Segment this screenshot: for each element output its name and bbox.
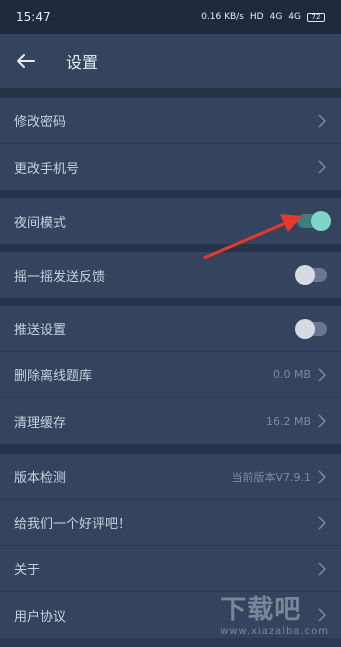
chevron-right-icon xyxy=(318,160,327,174)
night-mode-row: 夜间模式 xyxy=(0,198,341,244)
about-row[interactable]: 关于 xyxy=(0,546,341,592)
row-label: 更改手机号 xyxy=(14,161,80,177)
hd-indicator: HD xyxy=(249,12,264,22)
shake-feedback-toggle[interactable] xyxy=(295,265,327,285)
toggle-knob xyxy=(295,318,315,339)
clear-cache-row[interactable]: 清理缓存 16.2 MB xyxy=(0,398,341,444)
chevron-right-icon xyxy=(318,561,327,576)
signal-icon: 4G xyxy=(269,12,283,22)
watermark-url: www.xiazaiba.com xyxy=(220,626,329,637)
status-time: 15:47 xyxy=(16,10,51,24)
network-speed: 0.16 KB/s xyxy=(201,12,244,22)
row-label: 推送设置 xyxy=(14,323,67,338)
version-check-row[interactable]: 版本检测 当前版本V7.9.1 xyxy=(0,454,341,500)
app-header: 设置 xyxy=(0,34,341,88)
battery-icon: 72 xyxy=(307,12,325,22)
row-label: 用户协议 xyxy=(14,609,67,625)
night-mode-section: 夜间模式 xyxy=(0,198,341,244)
row-value: 16.2 MB xyxy=(265,414,311,428)
row-label: 清理缓存 xyxy=(14,415,67,431)
row-label: 修改密码 xyxy=(14,115,67,130)
row-label: 删除离线题库 xyxy=(14,369,93,384)
shake-feedback-row: 摇一摇发送反馈 xyxy=(0,252,341,298)
rate-us-row[interactable]: 给我们一个好评吧！ xyxy=(0,500,341,546)
toggle-knob xyxy=(311,211,331,231)
settings-screen: 15:47 0.16 KB/s HD 4G 4G 72 设置 修改密码 更改手机… xyxy=(0,0,341,647)
chevron-right-icon xyxy=(318,367,327,382)
night-mode-toggle[interactable] xyxy=(297,211,331,231)
section-divider xyxy=(0,444,341,454)
status-bar: 15:47 0.16 KB/s HD 4G 4G 72 xyxy=(0,0,341,34)
page-title: 设置 xyxy=(66,53,99,72)
feedback-section: 摇一摇发送反馈 xyxy=(0,252,341,298)
push-settings-toggle[interactable] xyxy=(295,318,327,339)
row-label: 给我们一个好评吧！ xyxy=(14,517,132,532)
delete-offline-bank-row[interactable]: 删除离线题库 0.0 MB xyxy=(0,352,341,398)
row-label: 摇一摇发送反馈 xyxy=(14,269,106,285)
change-password-row[interactable]: 修改密码 xyxy=(0,98,341,144)
toggle-knob xyxy=(295,265,315,285)
account-section: 修改密码 更改手机号 xyxy=(0,98,341,190)
row-label: 版本检测 xyxy=(14,471,67,486)
section-divider xyxy=(0,244,341,252)
chevron-right-icon xyxy=(318,113,327,128)
watermark-logo: 下载吧 www.xiazaiba.com xyxy=(220,589,329,637)
back-arrow-icon[interactable] xyxy=(14,49,38,73)
chevron-right-icon xyxy=(318,515,327,530)
change-phone-row[interactable]: 更改手机号 xyxy=(0,144,341,190)
status-icons: 0.16 KB/s HD 4G 4G 72 xyxy=(201,12,325,22)
signal-icon-2: 4G xyxy=(288,12,301,22)
row-value: 0.0 MB xyxy=(272,368,311,381)
row-label: 关于 xyxy=(14,563,41,578)
chevron-right-icon xyxy=(318,414,327,428)
row-value: 当前版本V7.9.1 xyxy=(231,470,311,484)
watermark-text: 下载吧 xyxy=(220,595,302,625)
chevron-right-icon xyxy=(318,469,327,484)
row-label: 夜间模式 xyxy=(14,215,67,231)
section-divider xyxy=(0,88,341,98)
section-divider xyxy=(0,298,341,306)
section-divider xyxy=(0,190,341,198)
push-settings-row: 推送设置 xyxy=(0,306,341,352)
storage-section: 推送设置 删除离线题库 0.0 MB 清理缓存 16.2 MB xyxy=(0,306,341,444)
